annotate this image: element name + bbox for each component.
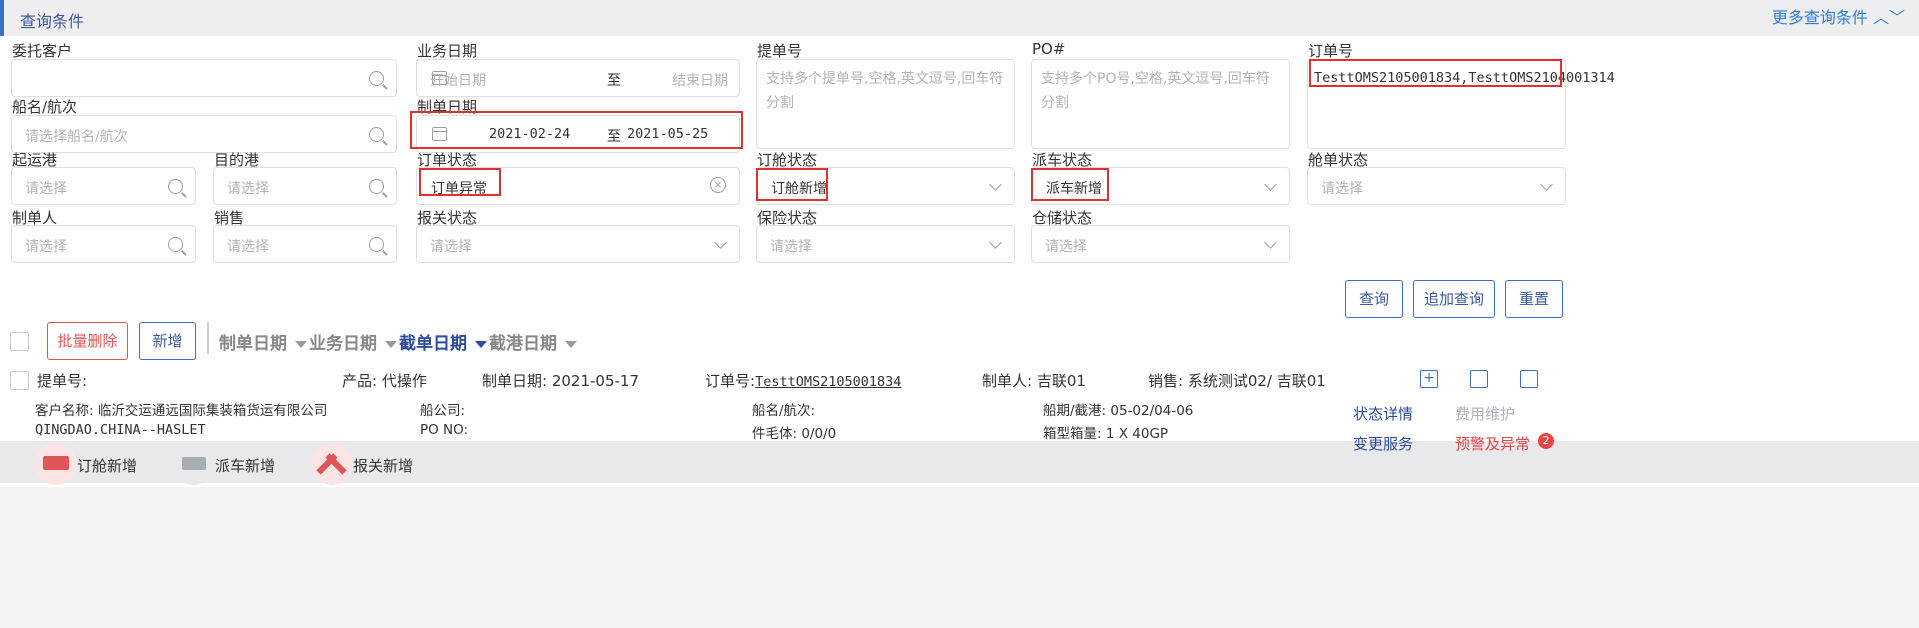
chevron-down-icon: ﹀: [1888, 8, 1905, 27]
chevron-up-icon: ︿: [1872, 8, 1889, 27]
shipping-company: 船公司:: [420, 403, 466, 419]
biz-date-range[interactable]: 开始日期 至 结束日期: [416, 59, 740, 97]
search-icon: [369, 71, 384, 86]
order-no: 订单号:TesttOMS2105001834: [705, 372, 902, 390]
po-textarea[interactable]: 支持多个PO号,空格,英文逗号,回车符分割: [1031, 59, 1290, 149]
order-row-header: [0, 441, 1919, 483]
label-biz-date: 业务日期: [417, 42, 478, 60]
po-no: PO NO:: [420, 422, 469, 438]
sales-input[interactable]: 请选择: [213, 225, 397, 263]
row-checkbox[interactable]: [10, 371, 29, 390]
panel-title: 查询条件: [20, 12, 85, 31]
vessel-input[interactable]: 请选择船名/航次: [11, 115, 397, 153]
pod-input[interactable]: 请选择: [213, 167, 397, 205]
pieces: 件毛体: 0/0/0: [752, 426, 837, 442]
pol-input[interactable]: 请选择: [11, 167, 196, 205]
highlight-box: [410, 111, 743, 149]
manifest-status-select[interactable]: 请选择: [1307, 167, 1566, 205]
alert-link[interactable]: 预警及异常: [1455, 433, 1530, 454]
customs-status-select[interactable]: 请选择: [416, 225, 740, 263]
highlight-box: [1309, 59, 1562, 87]
search-icon: [369, 179, 384, 194]
chevron-down-icon: [1264, 178, 1277, 191]
ship-icon: [35, 443, 77, 485]
change-service-link[interactable]: 变更服务: [1353, 433, 1413, 454]
label-po: PO#: [1032, 40, 1066, 58]
customer: 客户名称: 临沂交运通远国际集装箱货运有限公司: [35, 403, 328, 419]
add-copy-icon[interactable]: +: [1420, 370, 1438, 388]
select-all-checkbox[interactable]: [10, 332, 29, 351]
chevron-down-icon: [1540, 178, 1553, 191]
sort-arrow-icon: [565, 340, 577, 348]
more-conditions-toggle[interactable]: 更多查询条件 ︿﹀: [1772, 4, 1905, 28]
sort-arrow-icon: [475, 340, 487, 348]
document-icon[interactable]: [1470, 370, 1488, 388]
creator: 制单人: 吉联01: [982, 372, 1086, 390]
label-vessel: 船名/航次: [12, 98, 78, 116]
batch-delete-button[interactable]: 批量删除: [47, 322, 128, 360]
biz-start: 开始日期: [430, 73, 486, 89]
query-panel-header: 查询条件 更多查询条件 ︿﹀: [0, 0, 1919, 36]
range-separator: 至: [607, 73, 621, 89]
label-bl-no: 提单号: [757, 42, 803, 60]
truck-icon: [173, 443, 215, 485]
sales: 销售: 系统测试02/ 吉联01: [1148, 372, 1326, 390]
sort-arrow-icon: [295, 340, 307, 348]
order-no-link[interactable]: TesttOMS2105001834: [755, 374, 901, 390]
sort-port-cutoff-date[interactable]: 截港日期: [489, 329, 577, 354]
bl-label: 提单号:: [37, 372, 88, 390]
highlight-box: [756, 168, 828, 201]
route: QINGDAO.CHINA--HASLET: [35, 422, 206, 438]
highlight-box: [1031, 168, 1109, 201]
label-order-no: 订单号: [1308, 42, 1354, 60]
sort-create-date[interactable]: 制单日期: [219, 329, 307, 354]
sort-arrow-icon: [385, 340, 397, 348]
badge-booking: 订舱新增: [77, 457, 138, 475]
sort-biz-date[interactable]: 业务日期: [309, 329, 397, 354]
product: 产品: 代操作: [342, 372, 427, 390]
add-button[interactable]: 新增: [139, 322, 196, 360]
biz-end: 结束日期: [672, 73, 728, 89]
fee-link[interactable]: 费用维护: [1455, 403, 1515, 424]
client-input[interactable]: [11, 59, 397, 97]
schedule: 船期/截港: 05-02/04-06: [1043, 403, 1194, 419]
chevron-down-icon: [1264, 236, 1277, 249]
sort-cutoff-date[interactable]: 截单日期: [399, 329, 487, 354]
search-icon: [369, 127, 384, 142]
insurance-status-select[interactable]: 请选择: [756, 225, 1015, 263]
query-button[interactable]: 查询: [1345, 280, 1403, 318]
append-query-button[interactable]: 追加查询: [1413, 280, 1495, 318]
clear-icon[interactable]: ×: [710, 177, 726, 193]
container: 箱型箱量: 1 X 40GP: [1043, 426, 1169, 442]
copy-icon[interactable]: [1520, 370, 1538, 388]
warehouse-status-select[interactable]: 请选择: [1031, 225, 1290, 263]
badge-customs: 报关新增: [353, 457, 414, 475]
search-icon: [369, 237, 384, 252]
chevron-down-icon: [989, 178, 1002, 191]
customs-icon: [311, 443, 353, 485]
label-client: 委托客户: [12, 42, 73, 60]
alert-count-badge: 2: [1538, 433, 1554, 449]
highlight-box: [419, 168, 501, 196]
divider: [207, 322, 209, 354]
create-date: 制单日期: 2021-05-17: [482, 372, 639, 390]
chevron-down-icon: [989, 236, 1002, 249]
search-icon: [168, 237, 183, 252]
vessel-voyage: 船名/航次:: [752, 403, 816, 419]
bl-no-textarea[interactable]: 支持多个提单号,空格,英文逗号,回车符分割: [756, 59, 1015, 149]
list-footer-area: [0, 487, 1919, 628]
status-detail-link[interactable]: 状态详情: [1353, 403, 1413, 424]
creator-input[interactable]: 请选择: [11, 225, 196, 263]
reset-button[interactable]: 重置: [1505, 280, 1563, 318]
chevron-down-icon: [714, 236, 727, 249]
search-icon: [168, 179, 183, 194]
badge-truck: 派车新增: [215, 457, 276, 475]
